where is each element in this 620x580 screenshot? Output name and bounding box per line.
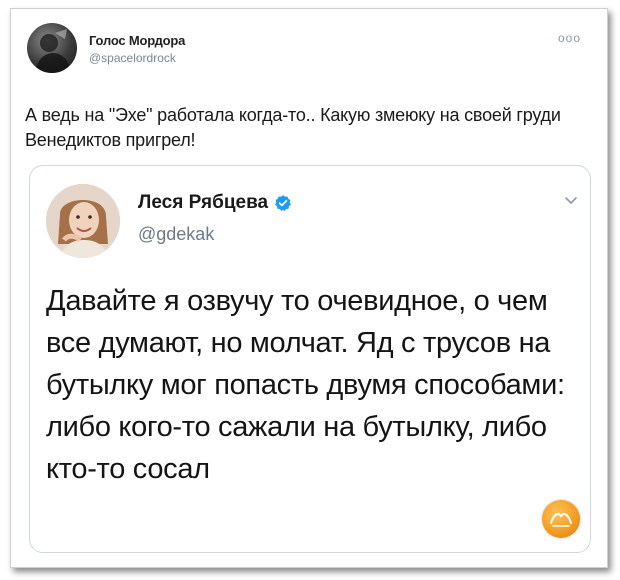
chevron-down-icon[interactable] bbox=[564, 196, 578, 206]
outer-author-avatar[interactable] bbox=[27, 23, 77, 73]
quoted-author-handle[interactable]: @gdekak bbox=[138, 224, 214, 245]
verified-badge-icon bbox=[275, 195, 291, 212]
avatar-silhouette-icon bbox=[35, 29, 71, 73]
avatar-portrait-icon bbox=[46, 184, 120, 258]
quoted-author-name[interactable]: Леся Рябцева bbox=[138, 192, 268, 214]
screenshot-frame: Голос Мордора @spacelordrock ooo А ведь … bbox=[10, 8, 608, 568]
quoted-author-name-row[interactable]: Леся Рябцева bbox=[138, 192, 292, 214]
quoted-author-avatar[interactable] bbox=[46, 184, 120, 258]
quoted-tweet-card[interactable]: Леся Рябцева @gdekak Давайте я озвучу то… bbox=[29, 165, 591, 553]
outer-tweet-text: А ведь на "Эхе" работала когда-то.. Каку… bbox=[25, 105, 561, 150]
watermark-logo-icon bbox=[550, 513, 572, 527]
quoted-tweet-text: Давайте я озвучу то очевидное, о чем все… bbox=[46, 285, 565, 485]
outer-tweet-header: Голос Мордора @spacelordrock ooo bbox=[27, 23, 587, 75]
outer-author-name[interactable]: Голос Мордора bbox=[89, 33, 185, 48]
more-dots-icon[interactable]: ooo bbox=[558, 31, 581, 45]
outer-author-handle[interactable]: @spacelordrock bbox=[89, 51, 176, 65]
watermark-logo bbox=[542, 500, 580, 538]
